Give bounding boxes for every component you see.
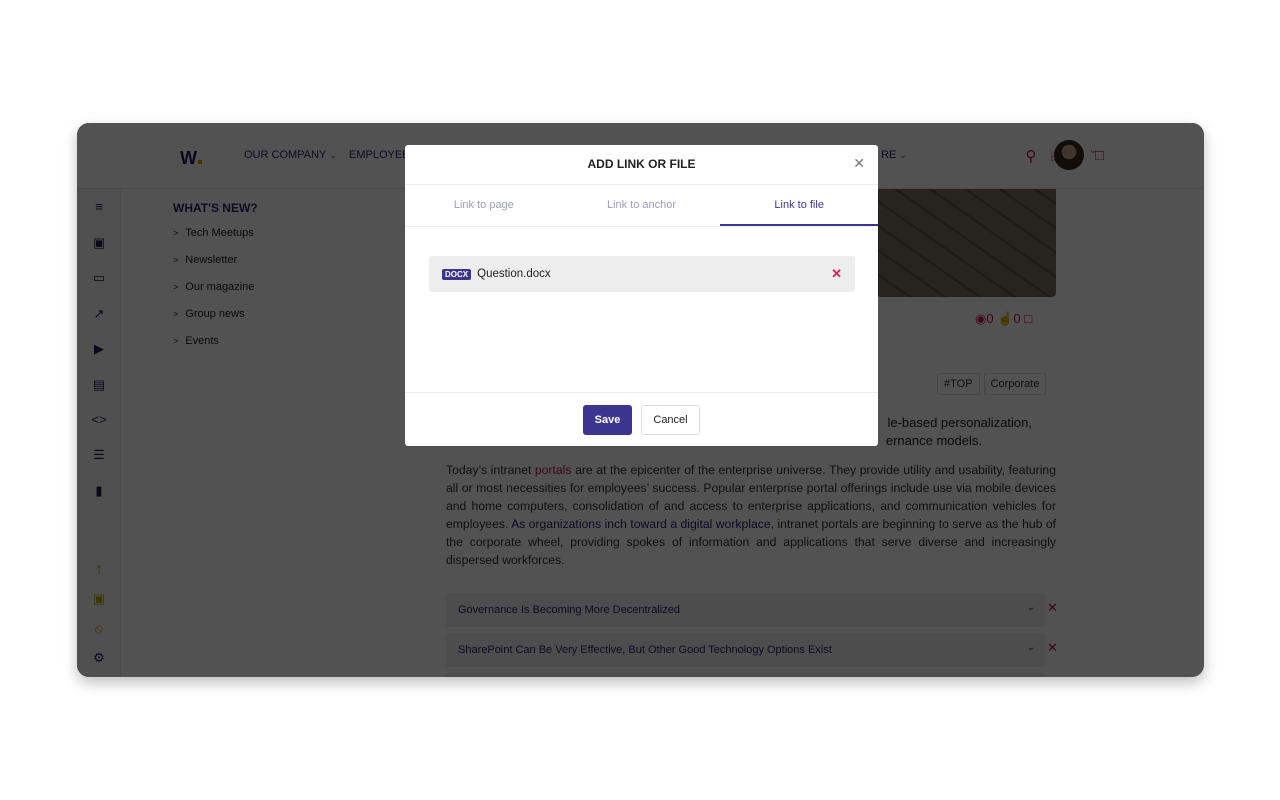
folder-icon[interactable]: ▭ xyxy=(90,270,108,286)
close-icon[interactable]: ✕ xyxy=(853,155,865,172)
chevron-down-icon: ⌄ xyxy=(1026,642,1035,653)
eye-icon: ◉ xyxy=(975,311,987,326)
whats-new-menu: WHAT'S NEW? > Tech Meetups > Newsletter > O… xyxy=(173,201,258,362)
tab-link-to-page[interactable]: Link to page xyxy=(405,185,563,226)
image-icon[interactable]: ▣ xyxy=(90,235,108,251)
avatar[interactable] xyxy=(1054,140,1084,170)
nav-label: EMPLOYEE xyxy=(349,149,410,161)
search-icon[interactable]: ⚲ xyxy=(1025,147,1036,165)
modal-title: ADD LINK OR FILE xyxy=(405,145,878,185)
menu-item[interactable]: > Our magazine xyxy=(173,281,258,308)
video-icon[interactable]: ▶ xyxy=(90,341,108,357)
menu-item-label: Tech Meetups xyxy=(185,227,254,239)
cancel-button[interactable]: Cancel xyxy=(641,405,700,435)
digital-workplace-link[interactable]: As organizations inch toward a digital w… xyxy=(511,517,771,531)
text: Today’s intranet xyxy=(446,463,535,477)
chevron-down-icon: ⌄ xyxy=(899,150,907,160)
external-link-icon[interactable]: ↗ xyxy=(90,306,108,322)
nav-our-company[interactable]: OUR COMPANY ⌄ xyxy=(244,149,337,161)
thumbs-up-icon[interactable]: ☝ xyxy=(997,311,1013,326)
tab-link-to-file[interactable]: Link to file xyxy=(720,185,879,226)
article-stats: ◉0 ☝0 □ xyxy=(975,311,1032,327)
upload-icon[interactable]: ⤒ xyxy=(90,562,108,578)
chevron-down-icon: ⌄ xyxy=(329,150,337,160)
chevron-down-icon[interactable]: ⌄ xyxy=(1089,145,1097,156)
accordion-title: Governance Is Becoming More Decentralize… xyxy=(458,604,680,616)
accordion-title: SharePoint Can Be Very Effective, But Ot… xyxy=(458,644,832,656)
accordion-item[interactable]: SharePoint Can Be Very Effective, But Ot… xyxy=(446,633,1045,667)
menu-item[interactable]: > Newsletter xyxy=(173,254,258,281)
table-icon[interactable]: ▤ xyxy=(90,377,108,393)
nav-label: OUR COMPANY xyxy=(244,149,327,161)
remove-icon[interactable]: ✕ xyxy=(1047,640,1058,656)
portals-link[interactable]: portals xyxy=(535,463,575,477)
file-name: Question.docx xyxy=(477,268,551,280)
tag[interactable]: #TOP xyxy=(937,373,980,395)
save-icon[interactable]: ▣ xyxy=(90,591,108,607)
article-body: Today’s intranet portals are at the epic… xyxy=(446,461,1056,569)
article-image xyxy=(877,189,1056,297)
accordion-item[interactable] xyxy=(446,673,1045,677)
remove-icon[interactable]: ✕ xyxy=(1047,600,1058,616)
add-link-modal: ADD LINK OR FILE ✕ Link to page Link to … xyxy=(405,145,879,446)
align-left-icon[interactable]: ≡ xyxy=(90,199,108,214)
tag[interactable]: Corporate xyxy=(983,373,1047,395)
cancel-circle-icon[interactable]: ⦸ xyxy=(90,621,108,637)
menu-item-label: Newsletter xyxy=(185,254,238,266)
tab-link-to-anchor[interactable]: Link to anchor xyxy=(563,185,721,226)
chevron-down-icon: ⌄ xyxy=(1026,602,1035,613)
nav-employee[interactable]: EMPLOYEE xyxy=(349,149,410,161)
office-icon[interactable]: ▮ xyxy=(90,483,108,499)
remove-file-icon[interactable]: ✕ xyxy=(831,266,842,282)
tool-rail: ≡ ▣ ▭ ↗ ▶ ▤ <> ☰ ▮ ⤒ ▣ ⦸ ⚙ xyxy=(77,189,121,677)
nav-more[interactable]: RE ⌄ xyxy=(881,149,907,161)
menu-item-label: Our magazine xyxy=(185,281,255,293)
attached-file: DOCX Question.docx ✕ xyxy=(429,256,855,292)
menu-item[interactable]: > Group news xyxy=(173,308,258,335)
list-icon[interactable]: ☰ xyxy=(90,447,108,463)
menu-item[interactable]: > Tech Meetups xyxy=(173,227,258,254)
menu-item-label: Group news xyxy=(185,308,245,320)
bookmark-icon[interactable]: □ xyxy=(1024,311,1032,326)
accordion-item[interactable]: Governance Is Becoming More Decentralize… xyxy=(446,593,1045,627)
likes-count: 0 xyxy=(1013,311,1021,326)
code-icon[interactable]: <> xyxy=(90,412,108,427)
menu-item-label: Events xyxy=(185,335,219,347)
file-type-badge: DOCX xyxy=(442,268,472,280)
save-button[interactable]: Save xyxy=(583,405,632,435)
menu-item[interactable]: > Events xyxy=(173,335,258,362)
menu-title: WHAT'S NEW? xyxy=(173,201,258,215)
nav-label: RE xyxy=(881,149,897,161)
gear-icon[interactable]: ⚙ xyxy=(90,650,108,666)
views-count: 0 xyxy=(986,311,994,326)
logo[interactable]: W xyxy=(180,148,202,169)
